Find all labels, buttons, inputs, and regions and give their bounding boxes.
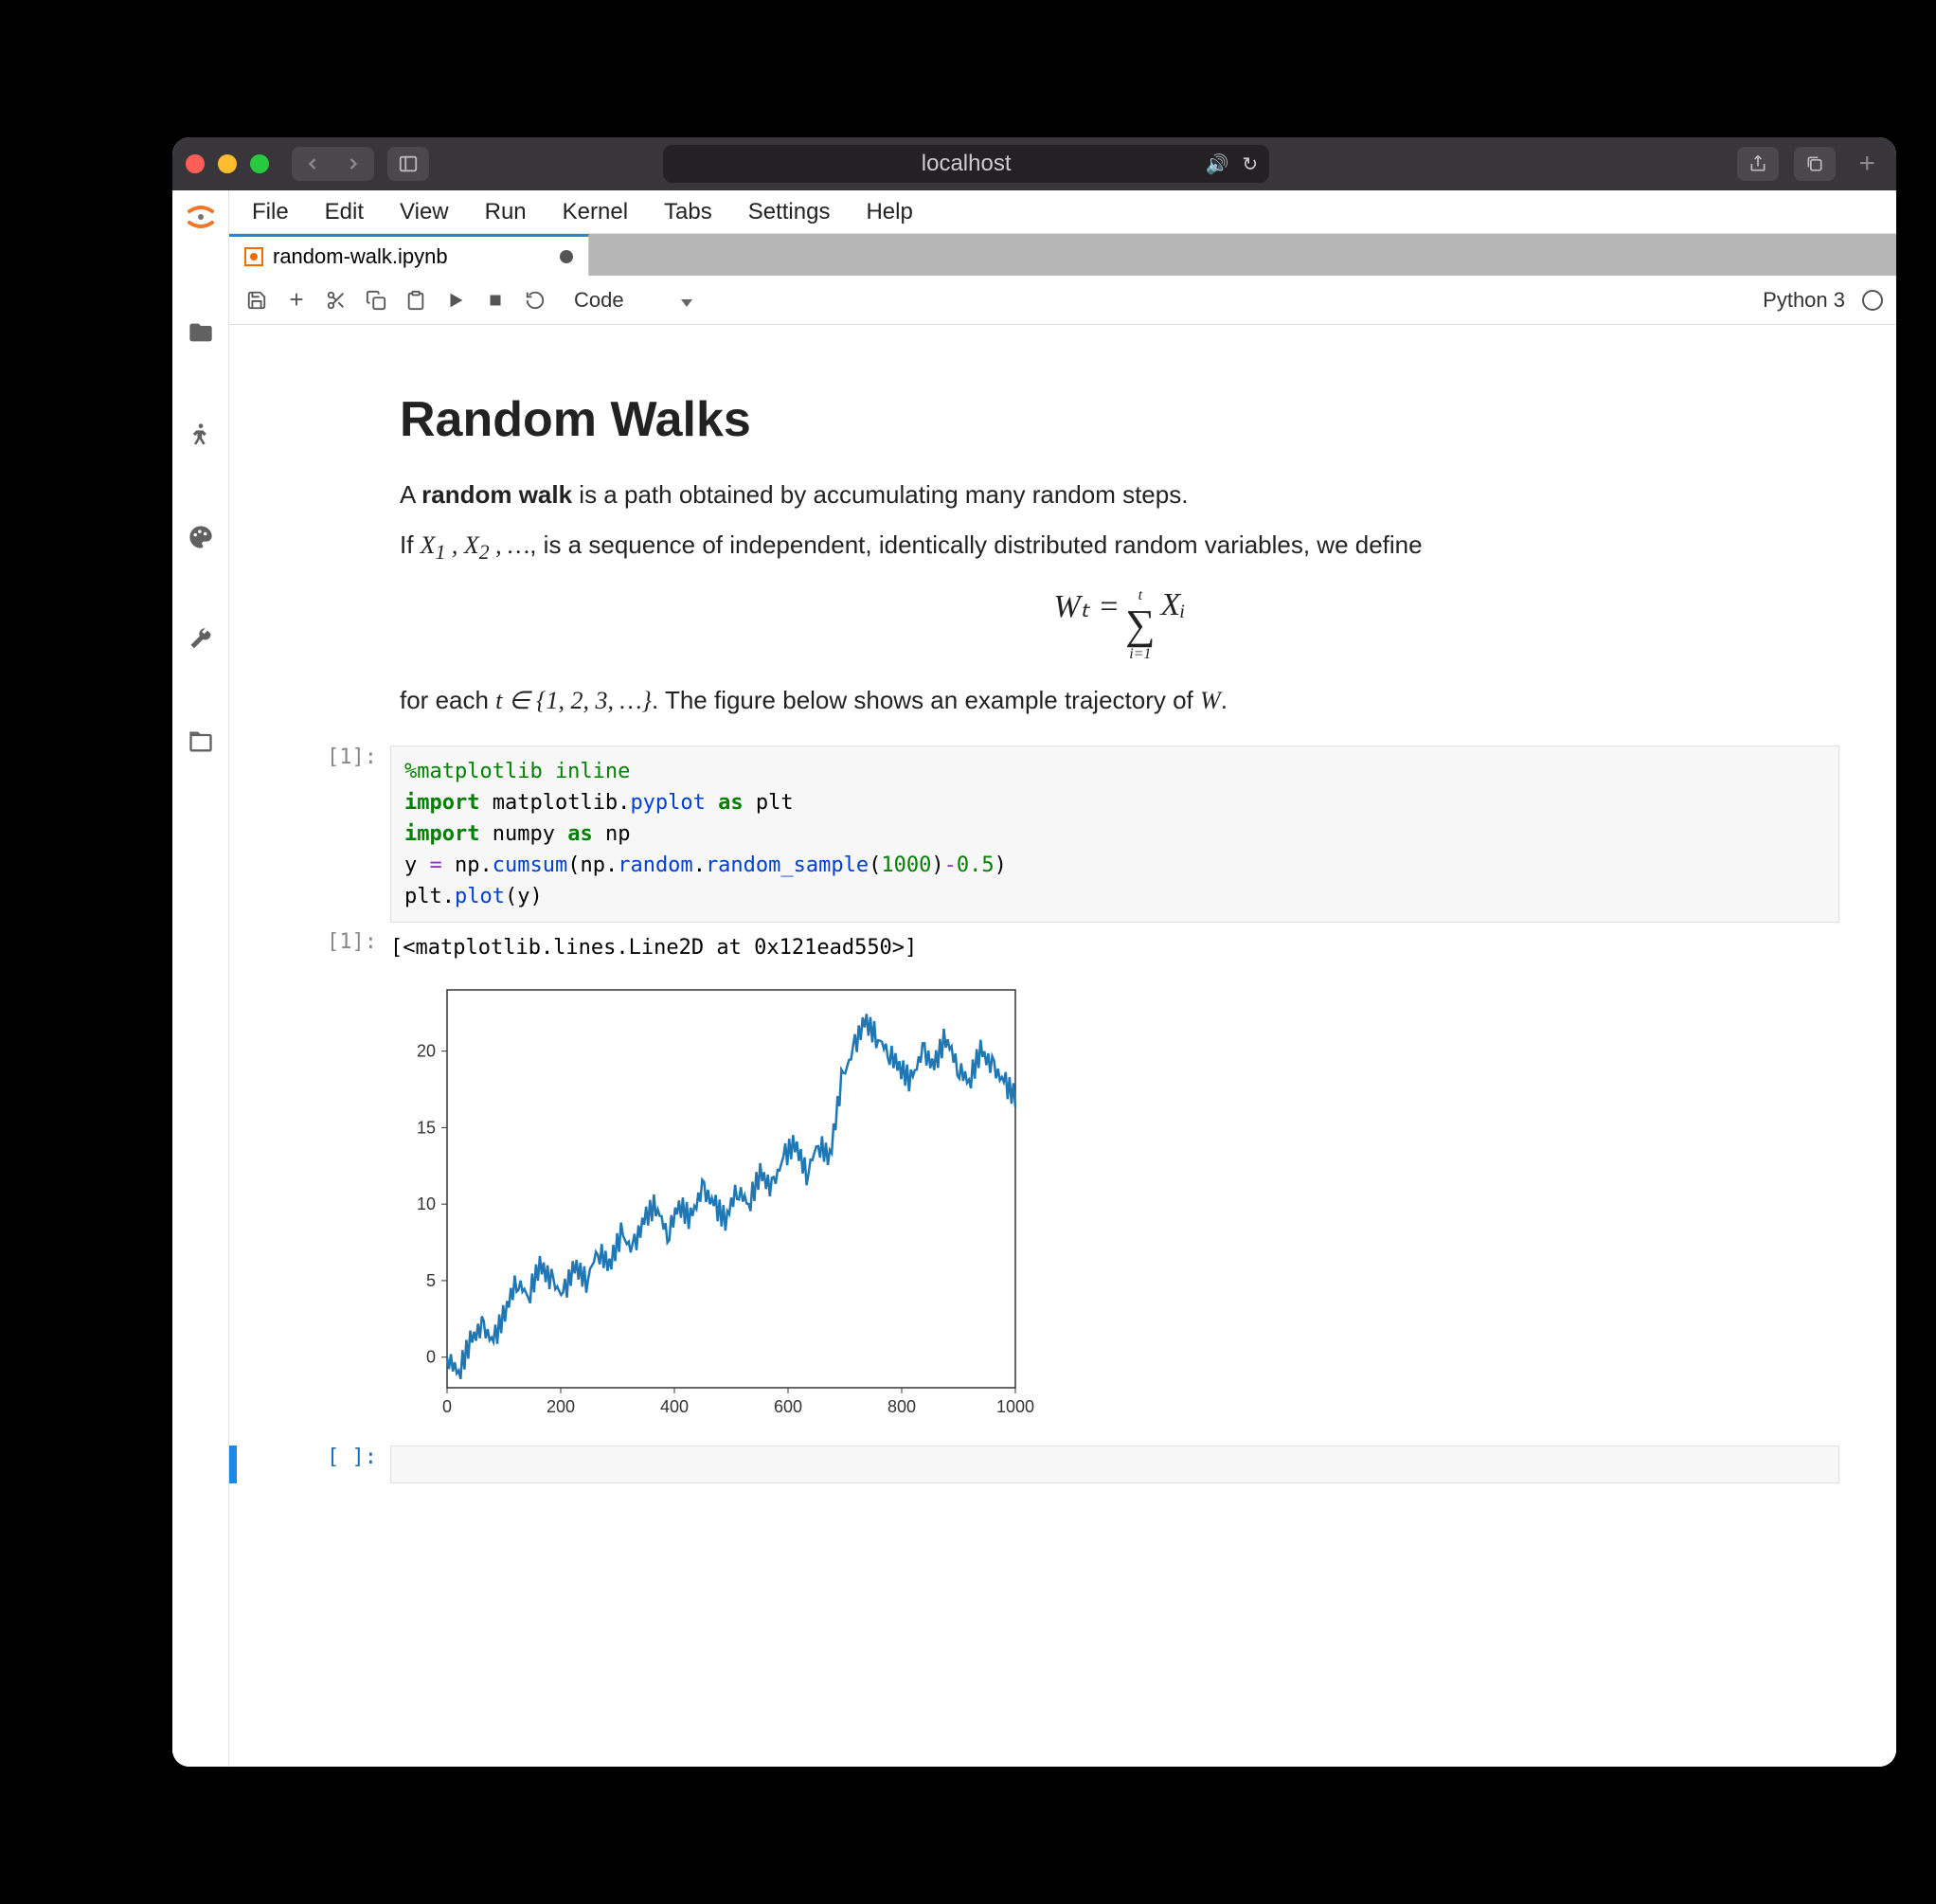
output-prompt: [1]: xyxy=(229,930,390,954)
tab-filename: random-walk.ipynb xyxy=(273,244,448,269)
heading-1: Random Walks xyxy=(400,391,1839,448)
menu-settings[interactable]: Settings xyxy=(733,193,846,231)
stop-button[interactable] xyxy=(481,286,510,314)
code-cell-1[interactable]: [1]: %matplotlib inline import matplotli… xyxy=(229,742,1896,926)
paragraph-3: for each t ∈ {1, 2, 3, …}. The figure be… xyxy=(400,682,1839,719)
svg-text:600: 600 xyxy=(774,1397,802,1416)
audio-icon[interactable]: 🔊 xyxy=(1205,153,1228,176)
jupyter-left-rail xyxy=(172,190,229,1767)
line-chart: 0 5 10 15 20 0 200 400 600 800 1000 xyxy=(390,980,1034,1426)
svg-text:10: 10 xyxy=(417,1194,436,1213)
tabs-rail-icon[interactable] xyxy=(182,710,220,774)
svg-text:15: 15 xyxy=(417,1118,436,1137)
empty-code-cell[interactable]: [ ]: xyxy=(229,1442,1896,1487)
wrench-icon[interactable] xyxy=(182,607,220,672)
svg-text:0: 0 xyxy=(426,1347,436,1366)
forward-button[interactable] xyxy=(332,147,374,181)
new-tab-button[interactable]: + xyxy=(1851,148,1883,180)
titlebar: localhost 🔊 ↻ + xyxy=(172,137,1896,190)
active-cell-indicator xyxy=(229,1446,237,1483)
svg-text:0: 0 xyxy=(442,1397,452,1416)
address-bar[interactable]: localhost 🔊 ↻ xyxy=(663,145,1269,183)
back-button[interactable] xyxy=(292,147,333,181)
cell-type-select[interactable]: Code xyxy=(574,288,692,313)
paste-button[interactable] xyxy=(402,286,430,314)
add-cell-button[interactable]: + xyxy=(282,286,311,314)
svg-text:400: 400 xyxy=(660,1397,689,1416)
running-icon[interactable] xyxy=(182,403,220,467)
chevron-down-icon xyxy=(681,288,692,313)
run-button[interactable] xyxy=(441,286,470,314)
url-text: localhost xyxy=(922,151,1012,177)
code-input[interactable]: %matplotlib inline import matplotlib.pyp… xyxy=(390,745,1839,923)
output-plot-row: 0 5 10 15 20 0 200 400 600 800 1000 xyxy=(229,969,1896,1442)
notebook-icon xyxy=(244,247,263,266)
kernel-name[interactable]: Python 3 xyxy=(1763,288,1845,313)
plot-output: 0 5 10 15 20 0 200 400 600 800 1000 xyxy=(390,973,1839,1438)
menu-help[interactable]: Help xyxy=(851,193,927,231)
menu-run[interactable]: Run xyxy=(470,193,542,231)
restart-button[interactable] xyxy=(521,286,549,314)
svg-text:200: 200 xyxy=(547,1397,575,1416)
document-tabs: random-walk.ipynb xyxy=(229,234,1896,276)
menu-bar: File Edit View Run Kernel Tabs Settings … xyxy=(229,190,1896,234)
markdown-cell[interactable]: Random Walks A random walk is a path obt… xyxy=(229,363,1896,742)
svg-text:1000: 1000 xyxy=(996,1397,1034,1416)
svg-text:5: 5 xyxy=(426,1271,436,1290)
menu-view[interactable]: View xyxy=(385,193,464,231)
cut-button[interactable] xyxy=(322,286,350,314)
minimize-window-button[interactable] xyxy=(218,154,237,173)
output-cell-1: [1]: [<matplotlib.lines.Line2D at 0x121e… xyxy=(229,926,1896,969)
notebook-tab[interactable]: random-walk.ipynb xyxy=(229,234,589,276)
browser-window: localhost 🔊 ↻ + File Edit xyxy=(172,137,1896,1767)
cell-type-label: Code xyxy=(574,288,624,313)
sidebar-toggle-button[interactable] xyxy=(387,147,429,181)
folder-icon[interactable] xyxy=(182,300,220,365)
unsaved-indicator xyxy=(560,250,573,263)
notebook-toolbar: + Code Python 3 xyxy=(229,276,1896,325)
copy-button[interactable] xyxy=(362,286,390,314)
kernel-status-icon[interactable] xyxy=(1862,290,1883,311)
paragraph-2: If X1 , X2 , …, is a sequence of indepen… xyxy=(400,527,1839,568)
window-controls xyxy=(186,154,269,173)
equation: Wₜ = t∑i=1 Xᵢ xyxy=(400,587,1839,663)
close-window-button[interactable] xyxy=(186,154,205,173)
fullscreen-window-button[interactable] xyxy=(250,154,269,173)
menu-tabs[interactable]: Tabs xyxy=(649,193,727,231)
empty-code-input[interactable] xyxy=(390,1446,1839,1483)
save-button[interactable] xyxy=(242,286,271,314)
palette-icon[interactable] xyxy=(182,505,220,569)
reload-icon[interactable]: ↻ xyxy=(1242,153,1258,176)
input-prompt: [1]: xyxy=(229,745,390,769)
menu-edit[interactable]: Edit xyxy=(310,193,379,231)
svg-text:800: 800 xyxy=(887,1397,916,1416)
output-text: [<matplotlib.lines.Line2D at 0x121ead550… xyxy=(390,930,1839,965)
menu-kernel[interactable]: Kernel xyxy=(547,193,643,231)
paragraph-1: A random walk is a path obtained by accu… xyxy=(400,476,1839,513)
empty-prompt: [ ]: xyxy=(246,1446,390,1483)
share-button[interactable] xyxy=(1737,147,1779,181)
svg-text:20: 20 xyxy=(417,1041,436,1060)
jupyter-logo[interactable] xyxy=(182,198,220,236)
tabs-button[interactable] xyxy=(1794,147,1836,181)
notebook-area[interactable]: Random Walks A random walk is a path obt… xyxy=(229,325,1896,1767)
menu-file[interactable]: File xyxy=(237,193,304,231)
